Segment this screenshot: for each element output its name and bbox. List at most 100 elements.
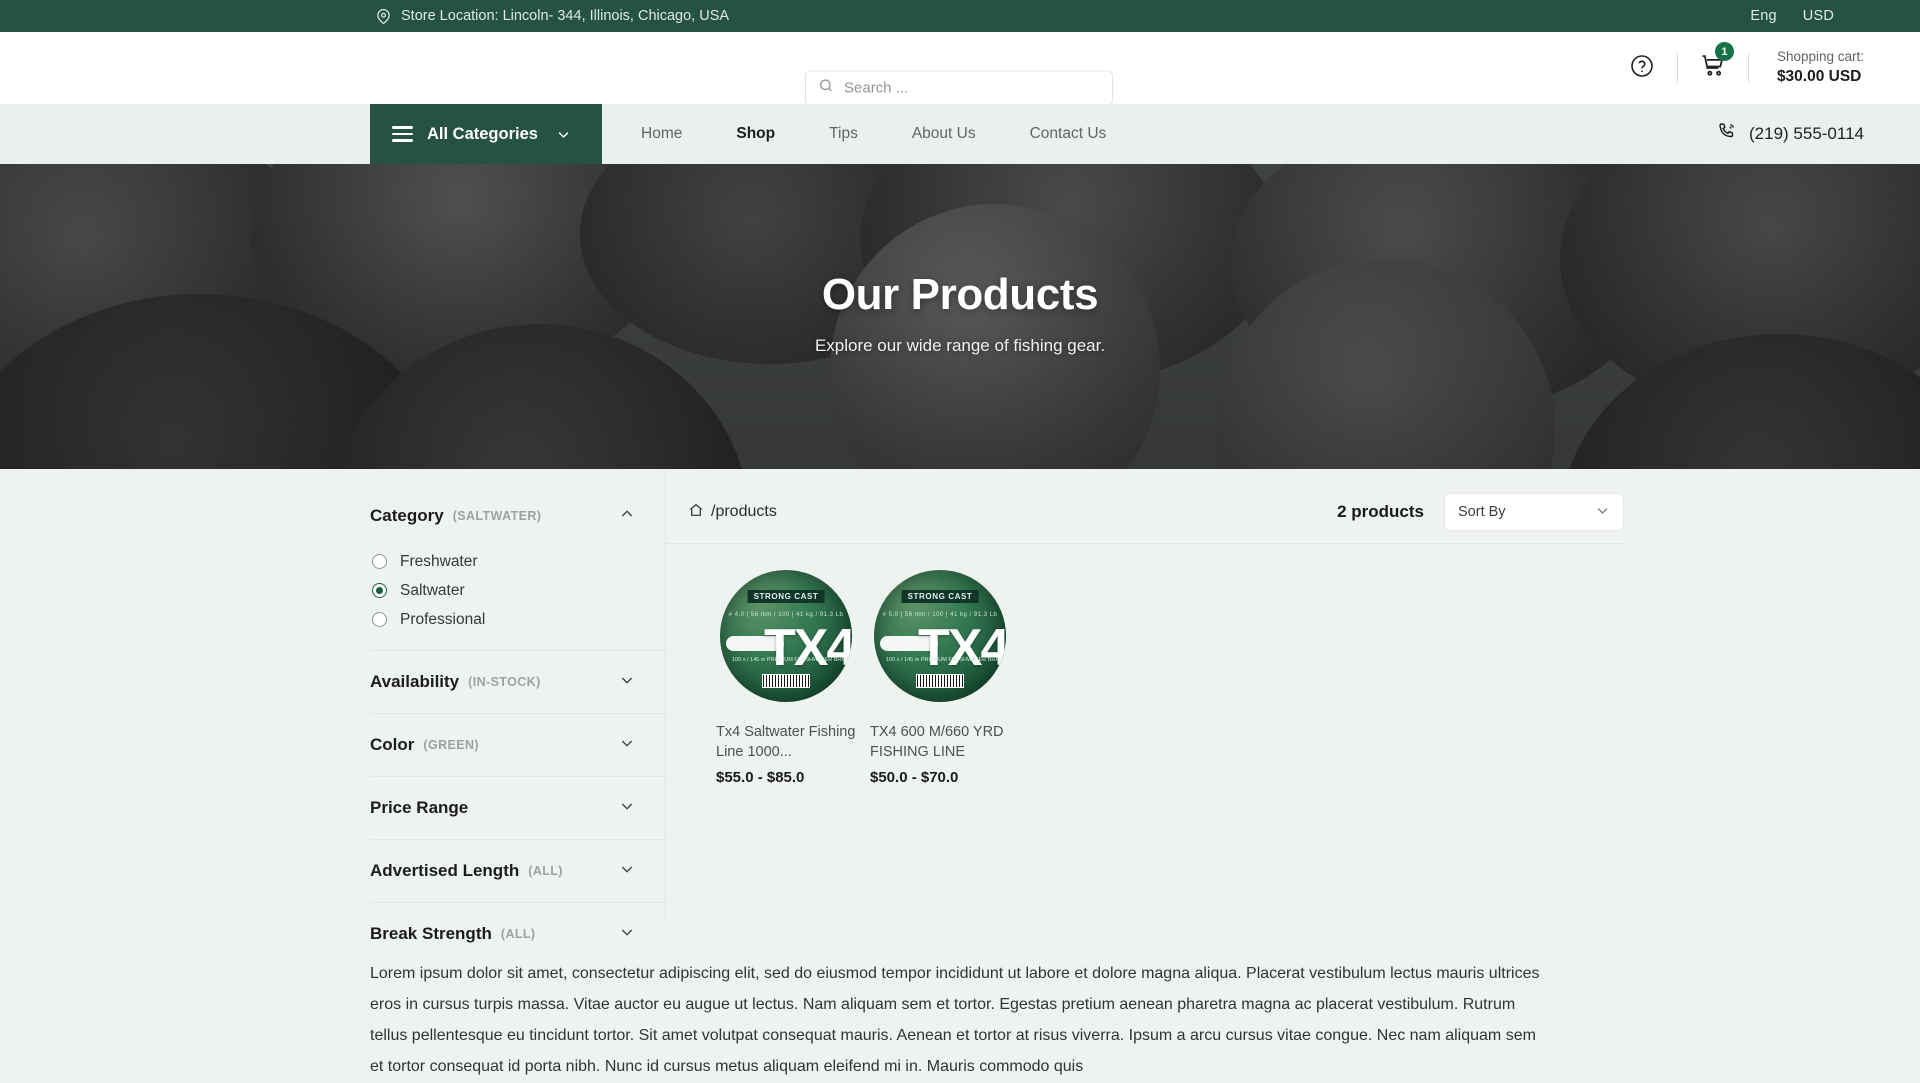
help-button[interactable] xyxy=(1619,54,1665,83)
language-selector[interactable]: Eng xyxy=(1750,8,1776,24)
filter-sidebar: Category (SALTWATER) Freshwater Saltwate… xyxy=(370,469,666,943)
top-utility-bar: Store Location: Lincoln- 344, Illinois, … xyxy=(0,0,1920,32)
product-specs-label: # 5.0 | 56 mm / 100 | 41 kg / 91.3 Lb xyxy=(882,612,998,618)
radio-saltwater[interactable]: Saltwater xyxy=(372,576,635,605)
hero-banner: Our Products Explore our wide range of f… xyxy=(0,164,1920,469)
store-location-text: Store Location: Lincoln- 344, Illinois, … xyxy=(401,8,730,24)
product-specs-label: # 4.0 | 56 mm / 100 | 41 kg / 91.3 Lb xyxy=(728,612,844,618)
phone-number: (219) 555-0114 xyxy=(1749,124,1864,143)
product-subtext-label: 100 x / 145 m PREMIUM FRESHWATER BRAIDED… xyxy=(732,657,852,663)
filter-color-title: Color xyxy=(370,735,415,754)
radio-freshwater[interactable]: Freshwater xyxy=(372,547,635,576)
filter-category-header[interactable]: Category (SALTWATER) xyxy=(370,495,635,537)
header-actions: 1 Shopping cart: $30.00 USD xyxy=(1619,32,1864,104)
filter-break-strength-title: Break Strength xyxy=(370,924,492,943)
product-price: $55.0 - $85.0 xyxy=(716,768,805,786)
product-title: TX4 600 M/660 YRD FISHING LINE xyxy=(870,724,1004,761)
locale-controls: Eng USD xyxy=(1750,8,1864,24)
sort-by-label: Sort By xyxy=(1458,504,1506,520)
product-price: $50.0 - $70.0 xyxy=(870,768,959,786)
product-image: STRONG CAST # 5.0 | 56 mm / 100 | 41 kg … xyxy=(870,566,1010,706)
filter-advertised-length-header[interactable]: Advertised Length (ALL) xyxy=(370,850,635,892)
page-description-section: Lorem ipsum dolor sit amet, consectetur … xyxy=(0,919,1920,1083)
chevron-down-icon xyxy=(1595,503,1610,522)
filter-break-strength-header[interactable]: Break Strength (ALL) xyxy=(370,913,635,955)
filter-break-strength: Break Strength (ALL) xyxy=(370,903,665,965)
filter-availability-title: Availability xyxy=(370,672,460,691)
radio-icon-professional xyxy=(372,612,387,627)
filter-category-title: Category xyxy=(370,506,444,525)
product-subtext-label: 100 x / 145 m PREMIUM FRESHWATER BRAIDED… xyxy=(886,657,1006,663)
header-divider-1 xyxy=(1676,53,1678,83)
filter-advertised-length-value: (ALL) xyxy=(528,864,563,878)
filter-availability-header[interactable]: Availability (IN-STOCK) xyxy=(370,661,635,703)
hamburger-icon xyxy=(392,126,413,142)
radio-icon-freshwater xyxy=(372,554,387,569)
filter-availability: Availability (IN-STOCK) xyxy=(370,651,665,713)
store-location: Store Location: Lincoln- 344, Illinois, … xyxy=(376,8,729,25)
cart-badge: 1 xyxy=(1714,42,1734,61)
phone-icon xyxy=(1716,121,1737,147)
filter-price-range-header[interactable]: Price Range xyxy=(370,787,635,829)
chevron-down-icon xyxy=(619,672,635,693)
breadcrumb[interactable]: /products xyxy=(688,502,777,523)
product-listing: /products 2 products Sort By STRONG CAST xyxy=(666,469,1920,919)
search-container xyxy=(805,70,1113,106)
product-grid: STRONG CAST # 4.0 | 56 mm / 100 | 41 kg … xyxy=(688,544,1920,786)
chevron-down-icon xyxy=(619,798,635,819)
all-categories-label: All Categories xyxy=(427,124,538,143)
hero-subtitle: Explore our wide range of fishing gear. xyxy=(814,335,1106,355)
page-description-text: Lorem ipsum dolor sit amet, consectetur … xyxy=(370,965,1540,1075)
filter-color-value: (GREEN) xyxy=(423,738,479,752)
listing-toolbar: /products 2 products Sort By xyxy=(688,491,1920,533)
breadcrumb-text: /products xyxy=(711,503,777,520)
barcode-icon xyxy=(762,674,810,688)
main-content: Category (SALTWATER) Freshwater Saltwate… xyxy=(0,469,1920,943)
filter-availability-value: (IN-STOCK) xyxy=(468,675,541,689)
product-count: 2 products xyxy=(1337,502,1424,521)
filter-price-range: Price Range xyxy=(370,777,665,839)
cart-summary[interactable]: Shopping cart: $30.00 USD xyxy=(1777,48,1864,87)
product-model-label: TX4 xyxy=(764,619,852,677)
page-title: Our Products xyxy=(821,269,1099,319)
nav-item-about-us[interactable]: About Us xyxy=(885,104,1003,164)
map-pin-icon xyxy=(376,8,391,25)
nav-item-shop[interactable]: Shop xyxy=(709,104,802,164)
filter-category-value: (SALTWATER) xyxy=(452,509,542,523)
product-card[interactable]: STRONG CAST # 4.0 | 56 mm / 100 | 41 kg … xyxy=(716,566,856,786)
listing-controls: 2 products Sort By xyxy=(1337,493,1624,531)
nav-item-tips[interactable]: Tips xyxy=(802,104,885,164)
fishing-line-spool-graphic: STRONG CAST # 4.0 | 56 mm / 100 | 41 kg … xyxy=(720,570,852,702)
radio-professional[interactable]: Professional xyxy=(372,605,635,634)
header-divider-2 xyxy=(1747,53,1749,83)
home-icon xyxy=(688,502,704,523)
nav-links: Home Shop Tips About Us Contact Us xyxy=(614,104,1133,164)
all-categories-button[interactable]: All Categories xyxy=(370,104,602,164)
fishing-line-spool-graphic: STRONG CAST # 5.0 | 56 mm / 100 | 41 kg … xyxy=(874,570,1006,702)
filter-color: Color (GREEN) xyxy=(370,714,665,776)
filter-break-strength-value: (ALL) xyxy=(500,927,536,941)
radio-icon-saltwater xyxy=(372,583,387,598)
filter-category-options: Freshwater Saltwater Professional xyxy=(370,537,635,650)
product-card[interactable]: STRONG CAST # 5.0 | 56 mm / 100 | 41 kg … xyxy=(870,566,1010,786)
help-circle-icon xyxy=(1630,54,1654,83)
main-navigation: All Categories Home Shop Tips About Us C… xyxy=(0,104,1920,164)
search-box[interactable] xyxy=(805,70,1113,106)
nav-item-home[interactable]: Home xyxy=(614,104,709,164)
filter-advertised-length: Advertised Length (ALL) xyxy=(370,840,665,902)
cart-button[interactable]: 1 xyxy=(1690,42,1736,83)
chevron-down-icon xyxy=(619,924,635,945)
search-input[interactable] xyxy=(844,79,1100,97)
currency-selector[interactable]: USD xyxy=(1803,8,1834,24)
cart-summary-label: Shopping cart: xyxy=(1776,49,1864,65)
sort-by-dropdown[interactable]: Sort By xyxy=(1444,493,1624,531)
chevron-down-icon xyxy=(556,127,571,142)
product-brand-label: STRONG CAST xyxy=(747,590,825,603)
nav-item-contact-us[interactable]: Contact Us xyxy=(1003,104,1134,164)
hero-content: Our Products Explore our wide range of f… xyxy=(0,164,1920,469)
product-title: Tx4 Saltwater Fishing Line 1000... xyxy=(716,724,856,761)
filter-color-header[interactable]: Color (GREEN) xyxy=(370,724,635,766)
phone-link[interactable]: (219) 555-0114 xyxy=(1716,104,1864,164)
filter-advertised-length-title: Advertised Length xyxy=(370,861,520,880)
cart-summary-amount: $30.00 USD xyxy=(1776,67,1862,85)
